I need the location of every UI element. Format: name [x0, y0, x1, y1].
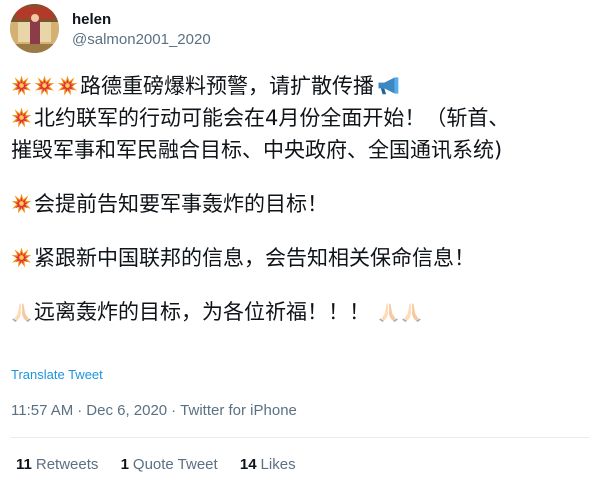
tweet-meta: 11:57 AM · Dec 6, 2020 · Twitter for iPhone	[11, 401, 297, 421]
avatar-image	[10, 4, 59, 53]
collision-icon	[11, 247, 32, 268]
divider	[11, 437, 589, 438]
folded-hands-icon	[401, 301, 422, 322]
tweet-text: 路德重磅爆料预警，请扩散传播 北约联军的行动可能会在4月份全面开始！（斩首、 摧…	[11, 70, 596, 328]
tweet-line-text: 摧毁军事和军民融合目标、中央政府、全国通讯系统)	[11, 138, 503, 162]
quote-tweets-label: Quote Tweet	[132, 456, 218, 473]
quote-tweets-stat[interactable]: 1 Quote Tweet	[121, 455, 218, 475]
tweet-source[interactable]: Twitter for iPhone	[180, 402, 297, 419]
loudspeaker-icon	[376, 75, 402, 96]
collision-icon	[34, 75, 55, 96]
quote-tweets-count: 1	[120, 456, 129, 473]
collision-icon	[57, 75, 78, 96]
tweet-line: 远离轰炸的目标，为各位祈福！！！	[11, 296, 596, 328]
tweet-date[interactable]: Dec 6, 2020	[86, 402, 167, 419]
tweet-line: 北约联军的行动可能会在4月份全面开始！（斩首、	[11, 102, 596, 134]
tweet-line-text: 紧跟新中国联邦的信息，会告知相关保命信息！	[34, 246, 475, 270]
folded-hands-icon	[378, 301, 399, 322]
retweets-count: 11	[16, 456, 32, 473]
tweet-line-text: 北约联军的行动可能会在4月份全面开始！（斩首、	[34, 106, 510, 130]
tweet-card: helen @salmon2001_2020 路德重磅爆料预警，请扩散传播 北约…	[0, 0, 600, 478]
likes-stat[interactable]: 14 Likes	[240, 455, 296, 475]
retweets-stat[interactable]: 11 Retweets	[16, 455, 98, 475]
avatar[interactable]	[10, 4, 59, 53]
likes-count: 14	[239, 456, 257, 473]
tweet-line-text: 远离轰炸的目标，为各位祈福！！！	[34, 300, 370, 324]
meta-separator: ·	[77, 402, 83, 419]
folded-hands-icon	[11, 301, 32, 322]
collision-icon	[11, 75, 32, 96]
tweet-stats: 11 Retweets 1 Quote Tweet 14 Likes	[16, 455, 314, 475]
tweet-line: 摧毁军事和军民融合目标、中央政府、全国通讯系统)	[11, 134, 596, 166]
collision-icon	[11, 107, 32, 128]
collision-icon	[11, 193, 32, 214]
user-handle[interactable]: @salmon2001_2020	[72, 31, 211, 49]
tweet-time[interactable]: 11:57 AM	[11, 402, 73, 419]
tweet-line: 路德重磅爆料预警，请扩散传播	[11, 70, 596, 102]
tweet-line: 会提前告知要军事轰炸的目标！	[11, 188, 596, 220]
tweet-line: 紧跟新中国联邦的信息，会告知相关保命信息！	[11, 242, 596, 274]
tweet-line-text: 路德重磅爆料预警，请扩散传播	[80, 74, 374, 98]
meta-separator: ·	[171, 402, 177, 419]
translate-tweet-link[interactable]: Translate Tweet	[11, 367, 103, 383]
tweet-line-text: 会提前告知要军事轰炸的目标！	[34, 192, 328, 216]
likes-label: Likes	[260, 456, 296, 473]
display-name[interactable]: helen	[72, 11, 111, 29]
retweets-label: Retweets	[35, 456, 99, 473]
